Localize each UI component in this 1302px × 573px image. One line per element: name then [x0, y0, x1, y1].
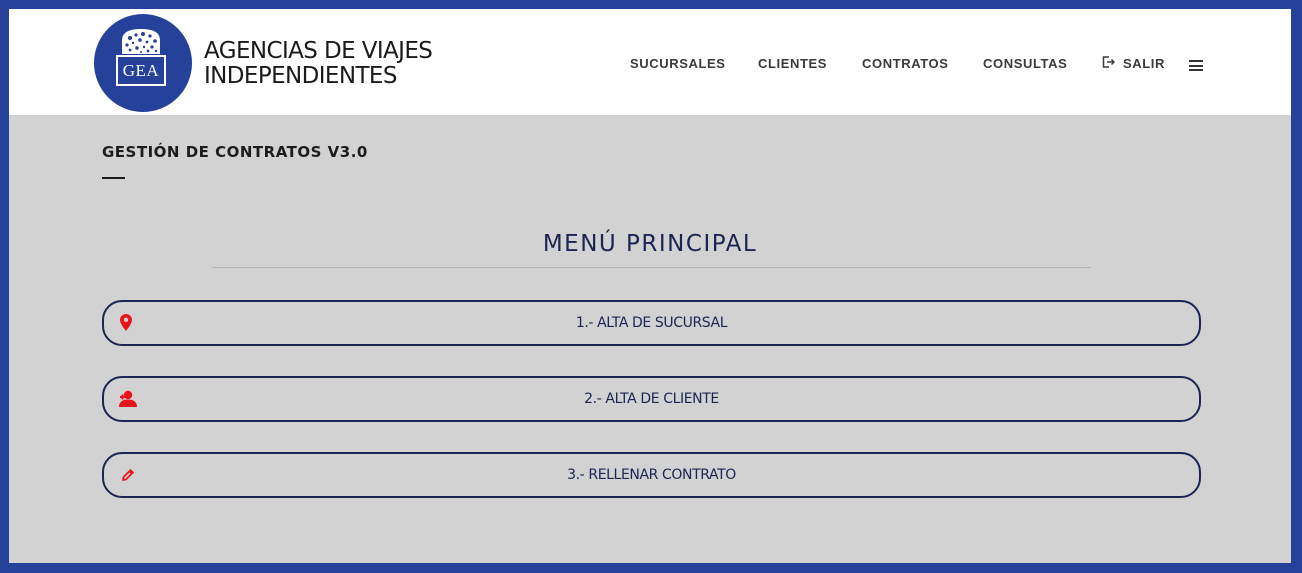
menu-item-rellenar-contrato[interactable]: 3.- RELLENAR CONTRATO [102, 452, 1201, 498]
header: GEA AGENCIAS DE VIAJES INDEPENDIENTES SU… [9, 9, 1291, 115]
menu-item-alta-cliente[interactable]: 2.- ALTA DE CLIENTE [102, 376, 1201, 422]
logout-icon[interactable] [1102, 56, 1115, 68]
menu-item-label: 2.- ALTA DE CLIENTE [584, 391, 719, 407]
nav-clientes[interactable]: CLIENTES [758, 56, 827, 71]
nav-sucursales[interactable]: SUCURSALES [630, 56, 726, 71]
app-frame: GEA AGENCIAS DE VIAJES INDEPENDIENTES SU… [9, 9, 1291, 563]
nav-contratos[interactable]: CONTRATOS [862, 56, 949, 71]
menu-item-label: 3.- RELLENAR CONTRATO [567, 467, 736, 483]
menu-divider [212, 267, 1091, 268]
main-nav: SUCURSALES CLIENTES CONTRATOS CONSULTAS … [9, 56, 1291, 74]
nav-salir[interactable]: SALIR [1123, 56, 1165, 71]
logo-pattern-icon [122, 29, 160, 54]
menu-item-label: 1.- ALTA DE SUCURSAL [575, 315, 728, 331]
menu-item-alta-sucursal[interactable]: 1.- ALTA DE SUCURSAL [102, 300, 1201, 346]
nav-consultas[interactable]: CONSULTAS [983, 56, 1067, 71]
title-underline [102, 177, 125, 179]
page-title: GESTIÓN DE CONTRATOS V3.0 [102, 143, 368, 161]
hamburger-menu-icon[interactable] [1189, 60, 1203, 71]
menu-heading: MENÚ PRINCIPAL [542, 231, 758, 257]
